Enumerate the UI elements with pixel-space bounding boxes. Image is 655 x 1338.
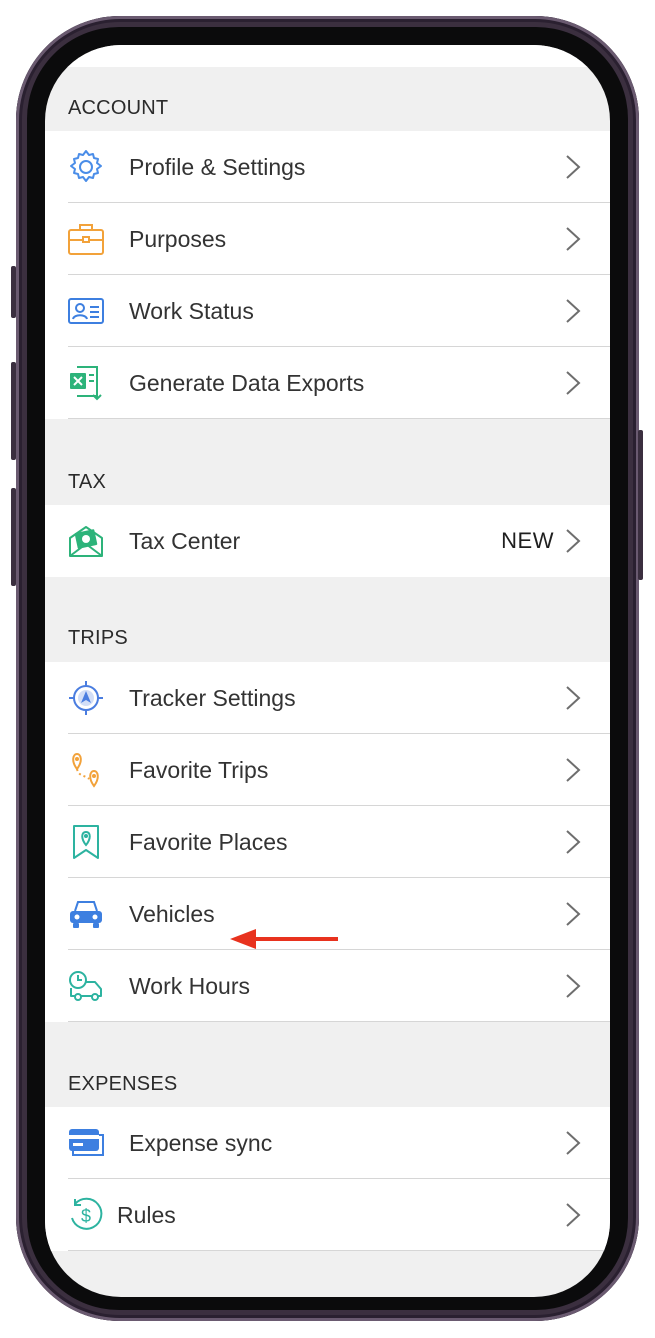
- chevron-right-icon: [566, 686, 581, 710]
- menu-item-label: Work Status: [129, 297, 254, 324]
- svg-text:$: $: [81, 1206, 91, 1226]
- menu-item-label: Work Hours: [129, 972, 250, 999]
- volume-up-button: [11, 362, 16, 460]
- menu-item-label: Tax Center: [129, 527, 241, 554]
- menu-item-label: Purposes: [129, 225, 227, 252]
- chevron-right-icon: [566, 529, 581, 553]
- menu-item-work-status[interactable]: Work Status: [45, 275, 610, 347]
- section-header-expenses: EXPENSES: [68, 1073, 178, 1095]
- mute-switch: [11, 266, 16, 318]
- chevron-right-icon: [566, 371, 581, 395]
- menu-item-tax-center[interactable]: Tax Center NEW: [45, 505, 610, 577]
- group-tax: Tax Center NEW: [45, 505, 610, 577]
- chevron-right-icon: [566, 155, 581, 179]
- chevron-right-icon: [566, 974, 581, 998]
- menu-item-purposes[interactable]: Purposes: [45, 203, 610, 275]
- menu-item-generate-data-exports[interactable]: Generate Data Exports: [45, 347, 610, 419]
- menu-item-profile-settings[interactable]: Profile & Settings: [45, 131, 610, 203]
- id-card-icon: [66, 291, 106, 331]
- chevron-right-icon: [566, 299, 581, 323]
- power-button: [638, 430, 643, 580]
- top-bar: [45, 45, 610, 67]
- chevron-right-icon: [566, 830, 581, 854]
- volume-down-button: [11, 488, 16, 586]
- route-pins-icon: [66, 750, 106, 790]
- chevron-right-icon: [566, 902, 581, 926]
- chevron-right-icon: [566, 227, 581, 251]
- menu-item-label: Expense sync: [129, 1129, 273, 1156]
- menu-item-label: Favorite Trips: [129, 756, 269, 783]
- section-header-trips: TRIPS: [68, 627, 128, 649]
- row-divider: [68, 1021, 610, 1022]
- excel-export-icon: [66, 363, 106, 403]
- new-badge: NEW: [501, 528, 554, 553]
- menu-item-favorite-places[interactable]: Favorite Places: [45, 806, 610, 878]
- section-header-tax: TAX: [68, 471, 107, 493]
- chevron-right-icon: [566, 1203, 581, 1227]
- car-icon: [66, 894, 106, 934]
- menu-item-label: Rules: [117, 1201, 176, 1228]
- chevron-right-icon: [566, 1131, 581, 1155]
- map-pin-icon: [66, 822, 106, 862]
- menu-item-label: Generate Data Exports: [129, 369, 365, 396]
- gear-icon: [66, 147, 106, 187]
- menu-item-label: Vehicles: [129, 900, 215, 927]
- menu-item-favorite-trips[interactable]: Favorite Trips: [45, 734, 610, 806]
- group-trips: Tracker Settings Favorite Trips Favorite…: [45, 662, 610, 1022]
- menu-item-work-hours[interactable]: Work Hours: [45, 950, 610, 1022]
- chevron-right-icon: [566, 758, 581, 782]
- group-expenses: Expense sync $ Rules: [45, 1107, 610, 1251]
- money-envelope-icon: [66, 521, 106, 561]
- menu-item-rules[interactable]: $ Rules: [45, 1179, 610, 1251]
- app-screen: ACCOUNT Profile & Settings Purposes Work…: [45, 45, 610, 1297]
- menu-item-label: Tracker Settings: [129, 684, 296, 711]
- menu-item-expense-sync[interactable]: Expense sync: [45, 1107, 610, 1179]
- clock-truck-icon: [66, 966, 106, 1006]
- dollar-cycle-icon: $: [66, 1195, 106, 1235]
- section-header-account: ACCOUNT: [68, 97, 169, 119]
- menu-item-label: Favorite Places: [129, 828, 288, 855]
- group-account: Profile & Settings Purposes Work Status …: [45, 131, 610, 419]
- briefcase-icon: [66, 219, 106, 259]
- credit-card-icon: [66, 1123, 106, 1163]
- menu-item-label: Profile & Settings: [129, 153, 306, 180]
- location-target-icon: [66, 678, 106, 718]
- menu-item-tracker-settings[interactable]: Tracker Settings: [45, 662, 610, 734]
- row-divider: [68, 1250, 610, 1251]
- annotation-arrow: [230, 929, 338, 949]
- row-divider: [68, 418, 610, 419]
